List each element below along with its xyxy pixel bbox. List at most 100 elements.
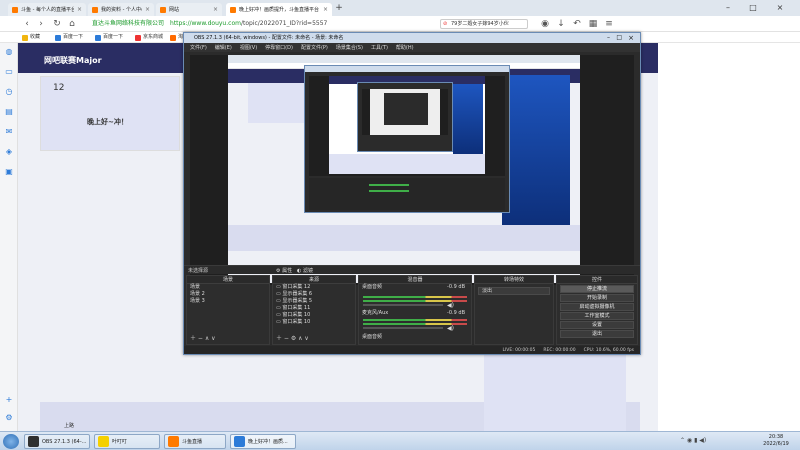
nested-capture (329, 76, 485, 174)
page-right-panel (484, 355, 626, 431)
sidebar-add-icon[interactable]: + (4, 395, 14, 405)
tab-3-active[interactable]: 晚上好冲！画质提升，斗鱼直播平台 × (226, 3, 332, 16)
browser-sidebar: ◍ ▭ ◷ ▤ ✉ ◈ ▣ + ⚙ (0, 43, 18, 431)
apps-icon[interactable]: ▦ (588, 19, 598, 29)
bottom-text: 上路 (64, 423, 75, 429)
tab-label: 斗鱼 - 每个人的直播平台 (21, 7, 74, 13)
mixer-dock: 混音器 桌面音频 -0.9 dB ◀) 麦克风/Aux -0.9 dB ◀) 桌面音… (358, 275, 472, 345)
volume-slider[interactable] (363, 304, 443, 306)
source-item[interactable]: ▭ 显示器采集 6 (273, 291, 355, 298)
close-tab-icon[interactable]: × (323, 6, 328, 13)
properties-button[interactable]: ⚙ 属性 (276, 267, 292, 274)
close-tab-icon[interactable]: × (145, 6, 150, 13)
taskbar: OBS 27.1.3 (64-... 叶叮叮 斗鱼直播 晚上好冲！画质... ⌃… (0, 431, 800, 450)
close-window-icon[interactable]: × (772, 2, 788, 13)
menu-scene-collection[interactable]: 场景集合(S) (336, 44, 363, 51)
sidebar-logo-icon[interactable]: ◍ (4, 47, 14, 57)
settings-button[interactable]: 设置 (560, 321, 634, 329)
stop-streaming-button[interactable]: 停止推流 (560, 285, 634, 293)
track-db: -0.9 dB (447, 284, 465, 290)
close-tab-icon[interactable]: × (213, 6, 218, 13)
start-recording-button[interactable]: 开始录制 (560, 294, 634, 302)
menu-edit[interactable]: 编辑(E) (215, 44, 232, 51)
bookmark-item[interactable]: 百度一下 (55, 33, 83, 42)
nested-obs-3 (384, 93, 428, 125)
new-tab-icon[interactable]: + (334, 3, 344, 14)
back-icon[interactable]: ‹ (22, 19, 32, 29)
volume-slider[interactable] (363, 327, 443, 329)
transition-select[interactable]: 淡出 (478, 287, 550, 295)
game-icon[interactable]: ◉ (540, 19, 550, 29)
menu-icon[interactable]: ≡ (604, 19, 614, 29)
sources-controls[interactable]: ＋ − ⚙ ∧ ∨ (276, 333, 309, 342)
sidebar-chat-icon[interactable]: ✉ (4, 127, 14, 137)
tab-label: 晚上好冲！画质提升，斗鱼直播平台 (239, 7, 320, 13)
obs-close-icon[interactable]: × (628, 33, 634, 43)
menu-profile[interactable]: 配置文件(P) (301, 44, 328, 51)
menu-tools[interactable]: 工具(T) (371, 44, 388, 51)
search-field[interactable]: ⊘ 79岁二婚女子嫁94岁小伙 (440, 19, 528, 29)
menu-file[interactable]: 文件(F) (190, 44, 207, 51)
minimize-icon[interactable]: – (720, 2, 736, 13)
obs-max-icon[interactable]: □ (616, 33, 622, 43)
undo-icon[interactable]: ↶ (572, 19, 582, 29)
tray-icons[interactable]: ⌃ ◉ ▮ ◀) (680, 437, 706, 444)
taskbar-item[interactable]: OBS 27.1.3 (64-... (24, 434, 90, 449)
url-field[interactable]: 直达斗鱼网络科技有限公司 https://www.douyu.com/topic/… (92, 19, 432, 29)
tab-1[interactable]: 我的资料 - 个人中心 - 斗鱼 × (88, 3, 154, 16)
speaker-icon[interactable]: ◀) (447, 302, 454, 309)
sidebar-doc-icon[interactable]: ▤ (4, 107, 14, 117)
home-icon[interactable]: ⌂ (67, 19, 77, 29)
forward-icon[interactable]: › (36, 19, 46, 29)
close-tab-icon[interactable]: × (77, 6, 82, 13)
tab-2[interactable]: 网站 × (156, 3, 222, 16)
bookmark-item[interactable]: 京东商城 (135, 33, 163, 42)
obs-min-icon[interactable]: – (607, 33, 610, 43)
site-identity: 直达斗鱼网络科技有限公司 (92, 20, 165, 27)
transition-value: 淡出 (482, 288, 493, 294)
scenes-controls[interactable]: ＋ − ∧ ∨ (190, 333, 216, 342)
exit-button[interactable]: 退出 (560, 330, 634, 338)
taskbar-item[interactable]: 晚上好冲！画质... (230, 434, 296, 449)
source-item[interactable]: ▭ 窗口采集 10 (273, 312, 355, 319)
speaker-icon[interactable]: ◀) (447, 325, 454, 332)
taskbar-item[interactable]: 斗鱼直播 (164, 434, 226, 449)
virtual-camera-button[interactable]: 启动虚拟摄像机 (560, 303, 634, 311)
scenes-dock: 场景 场景 场景 2 场景 3 ＋ − ∧ ∨ (186, 275, 270, 345)
sidebar-bookmark-icon[interactable]: ▭ (4, 67, 14, 77)
bookmark-item[interactable]: 百度一下 (95, 33, 123, 42)
scene-item[interactable]: 场景 (187, 284, 269, 291)
source-item[interactable]: ▭ 显示器采集 5 (273, 298, 355, 305)
menu-docks[interactable]: 停靠窗口(D) (265, 44, 293, 51)
start-button[interactable] (3, 434, 19, 449)
studio-mode-button[interactable]: 工作室模式 (560, 312, 634, 320)
source-item[interactable]: ▭ 窗口采集 11 (273, 305, 355, 312)
source-item[interactable]: ▭ 窗口采集 10 (273, 319, 355, 326)
sidebar-game-icon[interactable]: ◈ (4, 147, 14, 157)
url-host: https://www.douyu.com (170, 20, 241, 27)
greeting-text: 晚上好~冲！ (87, 118, 128, 126)
taskbar-label: 晚上好冲！画质... (248, 439, 288, 445)
douyu-icon (230, 6, 236, 13)
scene-item[interactable]: 场景 3 (187, 298, 269, 305)
sidebar-settings-icon[interactable]: ⚙ (4, 413, 14, 423)
maximize-icon[interactable]: □ (745, 2, 761, 13)
download-icon[interactable]: ↓ (556, 19, 566, 29)
obs-preview[interactable] (190, 55, 634, 285)
tab-0[interactable]: 斗鱼 - 每个人的直播平台 × (8, 3, 86, 16)
tab-bar: 斗鱼 - 每个人的直播平台 × 我的资料 - 个人中心 - 斗鱼 × 网站 × … (0, 0, 800, 16)
menu-view[interactable]: 视图(V) (240, 44, 257, 51)
date-number: 12 (53, 83, 65, 93)
source-item[interactable]: ▭ 窗口采集 12 (273, 284, 355, 291)
filters-button[interactable]: ◐ 滤镜 (297, 267, 313, 274)
sidebar-history-icon[interactable]: ◷ (4, 87, 14, 97)
taskbar-item[interactable]: 叶叮叮 (94, 434, 160, 449)
clock[interactable]: 20:38 2022/6/19 (756, 434, 796, 448)
refresh-icon[interactable]: ↻ (52, 19, 62, 29)
bookmark-item[interactable]: 收藏 (22, 33, 40, 42)
preview-captured-page (228, 55, 580, 283)
scene-item[interactable]: 场景 2 (187, 291, 269, 298)
menu-help[interactable]: 帮助(H) (396, 44, 414, 51)
banner-title: 网吧联赛Major (44, 56, 102, 65)
sidebar-shop-icon[interactable]: ▣ (4, 167, 14, 177)
